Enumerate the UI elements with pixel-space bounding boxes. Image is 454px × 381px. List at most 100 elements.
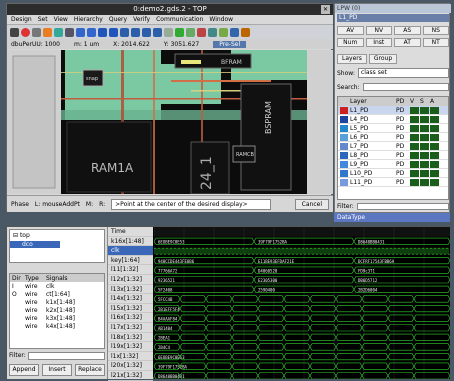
search-input[interactable]	[362, 83, 449, 91]
verify-icon[interactable]	[219, 27, 228, 37]
signal-row[interactable]: wire k4x[1:48]	[10, 322, 104, 330]
layer-icon[interactable]	[54, 27, 63, 37]
hierarchy-icon[interactable]	[230, 27, 239, 37]
wave-signal-name[interactable]: l16x[1:32]	[108, 313, 153, 323]
visible-checkbox[interactable]	[410, 124, 419, 132]
zoom-box-icon[interactable]	[109, 27, 118, 37]
selectable-checkbox[interactable]	[420, 106, 429, 114]
visible-checkbox[interactable]	[410, 106, 419, 114]
text-tool-icon[interactable]	[43, 27, 52, 37]
selectable-checkbox[interactable]	[420, 151, 429, 159]
active-checkbox[interactable]	[430, 133, 439, 141]
wave-signal-name[interactable]: l1x[1:32]	[108, 352, 153, 362]
replace-button[interactable]: Replace	[75, 364, 105, 376]
active-checkbox[interactable]	[430, 124, 439, 132]
visible-checkbox[interactable]	[410, 178, 419, 186]
active-checkbox[interactable]	[430, 169, 439, 177]
preselect-dropdown[interactable]: Pre-Sel	[213, 40, 247, 48]
refresh-icon[interactable]	[175, 27, 184, 37]
insert-button[interactable]: Insert	[42, 364, 72, 376]
active-checkbox[interactable]	[430, 151, 439, 159]
active-checkbox[interactable]	[430, 160, 439, 168]
show-dropdown[interactable]: class set	[357, 68, 449, 78]
selected-layer-field[interactable]: L1_PD	[337, 14, 449, 22]
tree-item-top[interactable]: ⊟ top	[10, 230, 104, 241]
av-button[interactable]: AV	[337, 26, 364, 35]
inst-checkbox[interactable]: Inst	[365, 38, 392, 47]
print-icon[interactable]	[32, 27, 41, 37]
menu-window[interactable]: Window	[209, 15, 233, 24]
selectable-checkbox[interactable]	[420, 124, 429, 132]
selectable-checkbox[interactable]	[420, 115, 429, 123]
menu-verify[interactable]: Verify	[133, 15, 150, 24]
pan-left-icon[interactable]	[120, 27, 129, 37]
zoom-fit-icon[interactable]	[98, 27, 107, 37]
highlight-icon[interactable]	[197, 27, 206, 37]
selectable-checkbox[interactable]	[420, 160, 429, 168]
open-icon[interactable]	[10, 27, 19, 37]
as-button[interactable]: AS	[394, 26, 421, 35]
layer-row[interactable]: L1_PD PD	[338, 106, 448, 115]
layer-row[interactable]: L4_PD PD	[338, 115, 448, 124]
wave-signal-name[interactable]: key[1:64]	[108, 256, 153, 266]
menu-communication[interactable]: Communication	[156, 15, 203, 24]
layer-row[interactable]: L8_PD PD	[338, 151, 448, 160]
selectable-checkbox[interactable]	[420, 142, 429, 150]
waveform-traces[interactable]: 6EOBE9C8E53 39F79F1752BA D8648BB0431 948CCD…	[154, 227, 450, 379]
layer-row[interactable]: L6_PD PD	[338, 133, 448, 142]
wave-signal-name[interactable]: l12x[1:32]	[108, 275, 153, 285]
at-button[interactable]: AT	[394, 38, 421, 47]
layer-row[interactable]: L9_PD PD	[338, 160, 448, 169]
visible-checkbox[interactable]	[410, 142, 419, 150]
pan-down-icon[interactable]	[153, 27, 162, 37]
hand-icon[interactable]	[65, 27, 74, 37]
wave-signal-name[interactable]: clk	[108, 246, 153, 256]
ns-button[interactable]: NS	[422, 26, 449, 35]
wave-signal-name[interactable]: l19x[1:32]	[108, 342, 153, 352]
selectable-checkbox[interactable]	[420, 178, 429, 186]
visible-checkbox[interactable]	[410, 160, 419, 168]
close-icon[interactable]: ✕	[321, 5, 330, 14]
right-scrollbar[interactable]	[307, 50, 333, 194]
active-checkbox[interactable]	[430, 142, 439, 150]
signal-row[interactable]: wire k1x[1:48]	[10, 298, 104, 306]
active-checkbox[interactable]	[430, 106, 439, 114]
settings-icon[interactable]	[241, 27, 250, 37]
menu-hierarchy[interactable]: Hierarchy	[74, 15, 103, 24]
layer-row[interactable]: L11_PD PD	[338, 178, 448, 187]
menu-set[interactable]: Set	[38, 15, 48, 24]
datatype-bar[interactable]: DataType	[334, 213, 450, 222]
wave-signal-name[interactable]: l20x[1:32]	[108, 361, 153, 371]
layer-row[interactable]: L7_PD PD	[338, 142, 448, 151]
visible-checkbox[interactable]	[410, 133, 419, 141]
visible-checkbox[interactable]	[410, 169, 419, 177]
signal-filter-input[interactable]	[27, 351, 105, 360]
num-checkbox[interactable]: Num	[337, 38, 364, 47]
signal-row[interactable]: Iwire clk	[10, 282, 104, 290]
redraw-icon[interactable]	[164, 27, 173, 37]
append-button[interactable]: Append	[9, 364, 39, 376]
wave-signal-name[interactable]: l21x[1:32]	[108, 371, 153, 381]
visible-checkbox[interactable]	[410, 115, 419, 123]
wave-signal-name[interactable]: k16x[1:48]	[108, 237, 153, 247]
wave-signal-name[interactable]: l14x[1:32]	[108, 294, 153, 304]
signal-row[interactable]: wire k2x[1:48]	[10, 306, 104, 314]
wave-signal-name[interactable]: l11[1:32]	[108, 265, 153, 275]
wave-signal-name[interactable]: l15x[1:32]	[108, 304, 153, 314]
wave-signal-name[interactable]: l18x[1:32]	[108, 333, 153, 343]
zoom-in-icon[interactable]	[76, 27, 85, 37]
tab-group[interactable]: Group	[368, 54, 398, 64]
cancel-button[interactable]: Cancel	[294, 198, 329, 210]
layer-row[interactable]: L10_PD PD	[338, 169, 448, 178]
selectable-checkbox[interactable]	[420, 133, 429, 141]
nt-button[interactable]: NT	[422, 38, 449, 47]
signal-row[interactable]: Owire ct[1:64]	[10, 290, 104, 298]
menu-query[interactable]: Query	[109, 15, 127, 24]
menu-view[interactable]: View	[54, 15, 68, 24]
nv-button[interactable]: NV	[365, 26, 392, 35]
pan-up-icon[interactable]	[142, 27, 151, 37]
active-checkbox[interactable]	[430, 115, 439, 123]
layer-row[interactable]: L5_PD PD	[338, 124, 448, 133]
tree-item-dco[interactable]: dco	[10, 241, 60, 248]
layout-canvas[interactable]: BFRAM BSPRAM RAM1A RAMCB 24_1 snap	[61, 50, 307, 194]
